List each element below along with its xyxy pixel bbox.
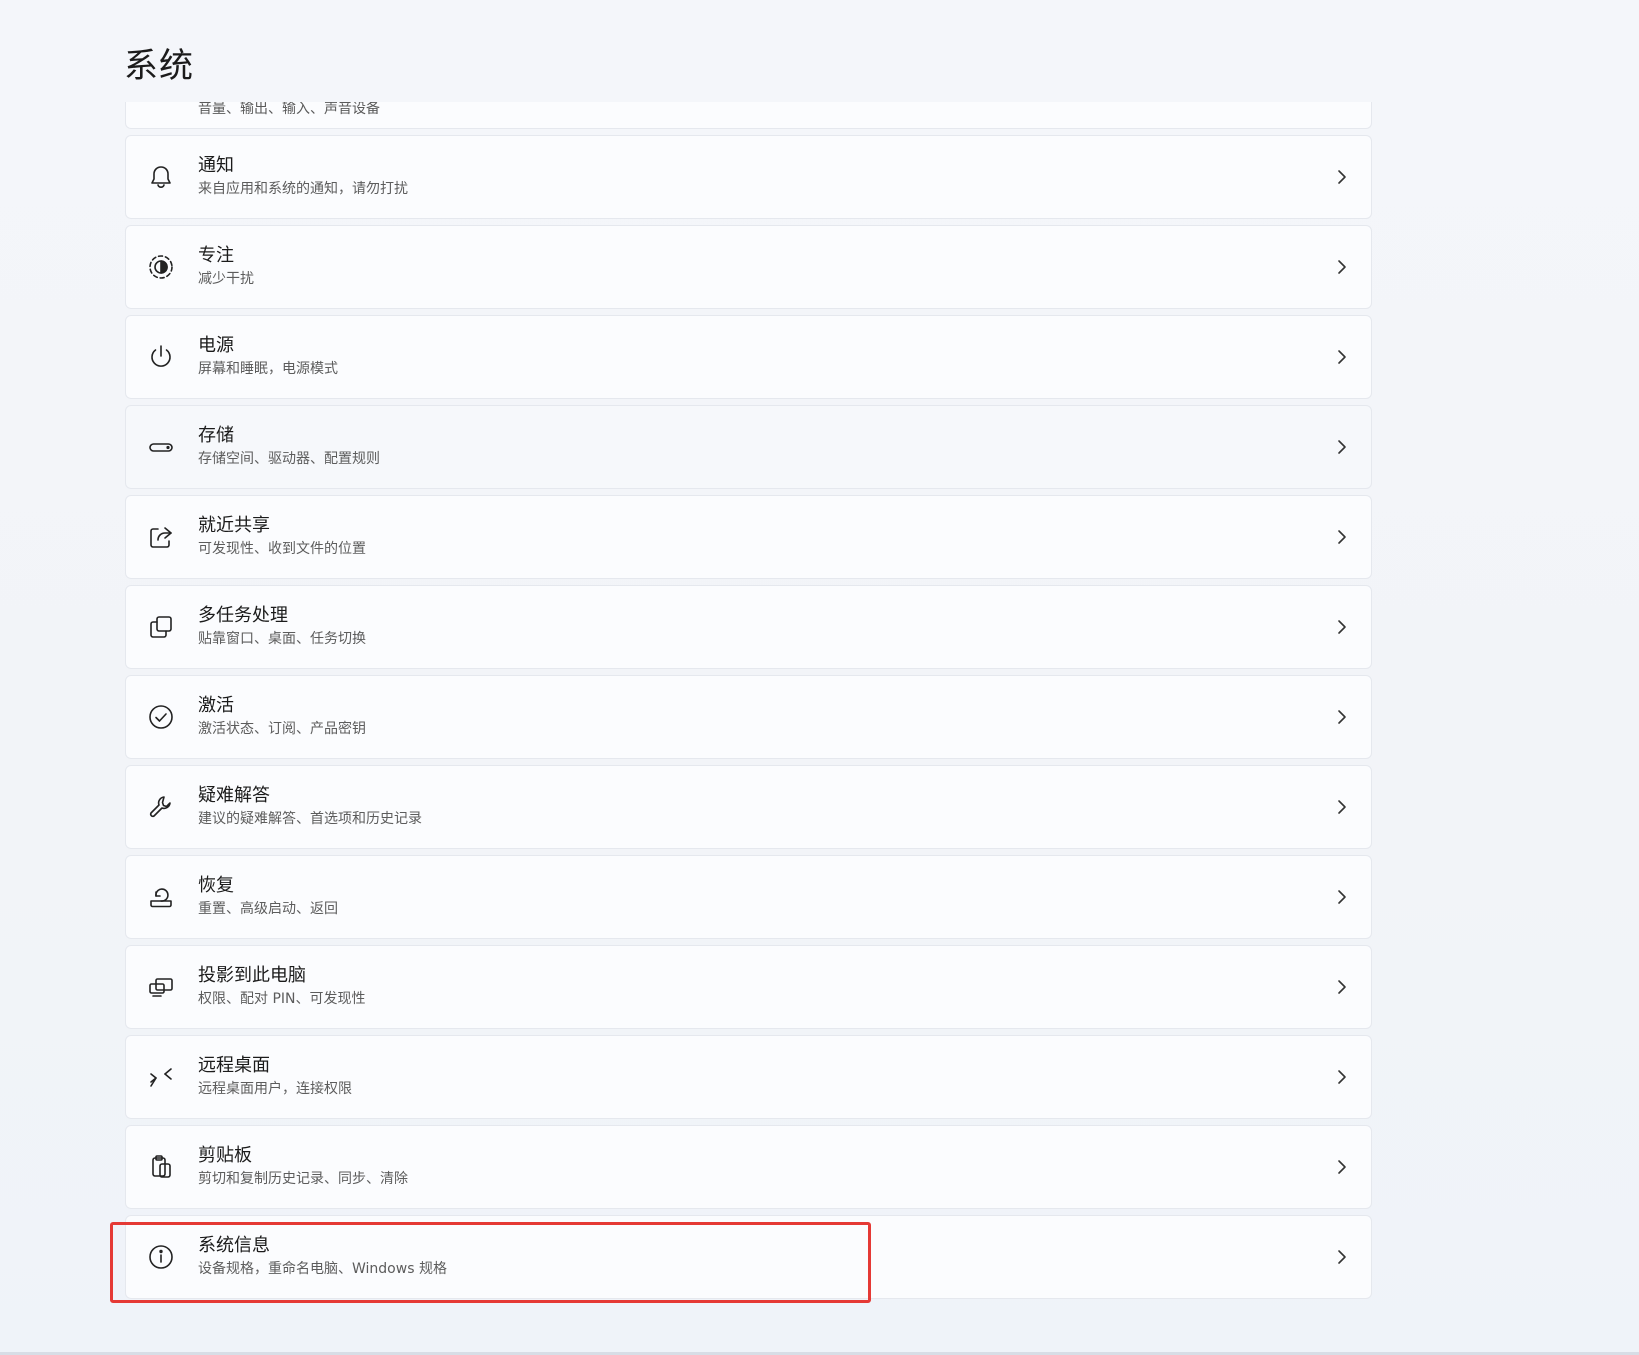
settings-item-title: 电源 bbox=[198, 335, 234, 356]
settings-item-about[interactable]: 系统信息 设备规格，重命名电脑、Windows 规格 bbox=[125, 1215, 1372, 1299]
chevron-right-icon bbox=[1335, 618, 1349, 636]
chevron-right-icon bbox=[1335, 1158, 1349, 1176]
settings-item-focus[interactable]: 专注 减少干扰 bbox=[125, 225, 1372, 309]
settings-item-power[interactable]: 电源 屏幕和睡眠，电源模式 bbox=[125, 315, 1372, 399]
chevron-right-icon bbox=[1335, 258, 1349, 276]
settings-item-title: 存储 bbox=[198, 425, 234, 446]
settings-item-storage[interactable]: 存储 存储空间、驱动器、配置规则 bbox=[125, 405, 1372, 489]
project-icon bbox=[146, 972, 176, 1002]
settings-item-nearby-sharing[interactable]: 就近共享 可发现性、收到文件的位置 bbox=[125, 495, 1372, 579]
power-icon bbox=[146, 342, 176, 372]
settings-item-activation[interactable]: 激活 激活状态、订阅、产品密钥 bbox=[125, 675, 1372, 759]
wrench-icon bbox=[146, 792, 176, 822]
settings-item-sound[interactable]: 音量、输出、输入、声音设备 bbox=[125, 102, 1372, 129]
settings-item-remote-desktop[interactable]: 远程桌面 远程桌面用户，连接权限 bbox=[125, 1035, 1372, 1119]
share-icon bbox=[146, 522, 176, 552]
chevron-right-icon bbox=[1335, 1248, 1349, 1266]
check-circle-icon bbox=[146, 702, 176, 732]
settings-item-subtitle: 贴靠窗口、桌面、任务切换 bbox=[198, 631, 366, 647]
settings-item-title: 剪贴板 bbox=[198, 1145, 252, 1166]
settings-item-title: 疑难解答 bbox=[198, 785, 270, 806]
settings-item-subtitle: 建议的疑难解答、首选项和历史记录 bbox=[198, 811, 422, 827]
recovery-icon bbox=[146, 882, 176, 912]
settings-item-title: 投影到此电脑 bbox=[198, 965, 306, 986]
settings-item-projecting[interactable]: 投影到此电脑 权限、配对 PIN、可发现性 bbox=[125, 945, 1372, 1029]
settings-item-title: 通知 bbox=[198, 155, 234, 176]
settings-item-title: 专注 bbox=[198, 245, 234, 266]
settings-item-subtitle: 可发现性、收到文件的位置 bbox=[198, 541, 366, 557]
multitask-icon bbox=[146, 612, 176, 642]
settings-item-recovery[interactable]: 恢复 重置、高级启动、返回 bbox=[125, 855, 1372, 939]
bell-icon bbox=[146, 162, 176, 192]
chevron-right-icon bbox=[1335, 978, 1349, 996]
chevron-right-icon bbox=[1335, 528, 1349, 546]
chevron-right-icon bbox=[1335, 1068, 1349, 1086]
info-icon bbox=[146, 1242, 176, 1272]
settings-item-title: 系统信息 bbox=[198, 1235, 270, 1256]
settings-item-title: 远程桌面 bbox=[198, 1055, 270, 1076]
settings-item-subtitle: 远程桌面用户，连接权限 bbox=[198, 1081, 352, 1097]
page-title: 系统 bbox=[124, 46, 194, 86]
settings-item-multitasking[interactable]: 多任务处理 贴靠窗口、桌面、任务切换 bbox=[125, 585, 1372, 669]
settings-item-title: 多任务处理 bbox=[198, 605, 288, 626]
settings-item-subtitle: 剪切和复制历史记录、同步、清除 bbox=[198, 1171, 408, 1187]
settings-item-subtitle: 存储空间、驱动器、配置规则 bbox=[198, 451, 380, 467]
storage-icon bbox=[146, 432, 176, 462]
settings-item-subtitle: 屏幕和睡眠，电源模式 bbox=[198, 361, 338, 377]
chevron-right-icon bbox=[1335, 168, 1349, 186]
chevron-right-icon bbox=[1335, 438, 1349, 456]
remote-desktop-icon bbox=[146, 1062, 176, 1092]
settings-item-subtitle: 来自应用和系统的通知，请勿打扰 bbox=[198, 181, 408, 197]
focus-icon bbox=[146, 252, 176, 282]
settings-item-title: 就近共享 bbox=[198, 515, 270, 536]
settings-item-subtitle: 设备规格，重命名电脑、Windows 规格 bbox=[198, 1261, 447, 1277]
settings-item-subtitle: 权限、配对 PIN、可发现性 bbox=[198, 991, 366, 1007]
settings-item-sound-subtitle: 音量、输出、输入、声音设备 bbox=[198, 102, 380, 117]
settings-item-clipboard[interactable]: 剪贴板 剪切和复制历史记录、同步、清除 bbox=[125, 1125, 1372, 1209]
settings-page: 系统 音量、输出、输入、声音设备 通知 来自应用和系统的通知，请勿打扰 专注 减… bbox=[0, 0, 1639, 1355]
settings-item-title: 激活 bbox=[198, 695, 234, 716]
chevron-right-icon bbox=[1335, 798, 1349, 816]
settings-item-troubleshoot[interactable]: 疑难解答 建议的疑难解答、首选项和历史记录 bbox=[125, 765, 1372, 849]
settings-item-subtitle: 重置、高级启动、返回 bbox=[198, 901, 338, 917]
settings-item-subtitle: 激活状态、订阅、产品密钥 bbox=[198, 721, 366, 737]
clipboard-icon bbox=[146, 1152, 176, 1182]
settings-item-title: 恢复 bbox=[198, 875, 234, 896]
chevron-right-icon bbox=[1335, 888, 1349, 906]
settings-item-notifications[interactable]: 通知 来自应用和系统的通知，请勿打扰 bbox=[125, 135, 1372, 219]
chevron-right-icon bbox=[1335, 708, 1349, 726]
chevron-right-icon bbox=[1335, 348, 1349, 366]
settings-item-subtitle: 减少干扰 bbox=[198, 271, 254, 287]
settings-list: 音量、输出、输入、声音设备 通知 来自应用和系统的通知，请勿打扰 专注 减少干扰 bbox=[125, 102, 1372, 1305]
